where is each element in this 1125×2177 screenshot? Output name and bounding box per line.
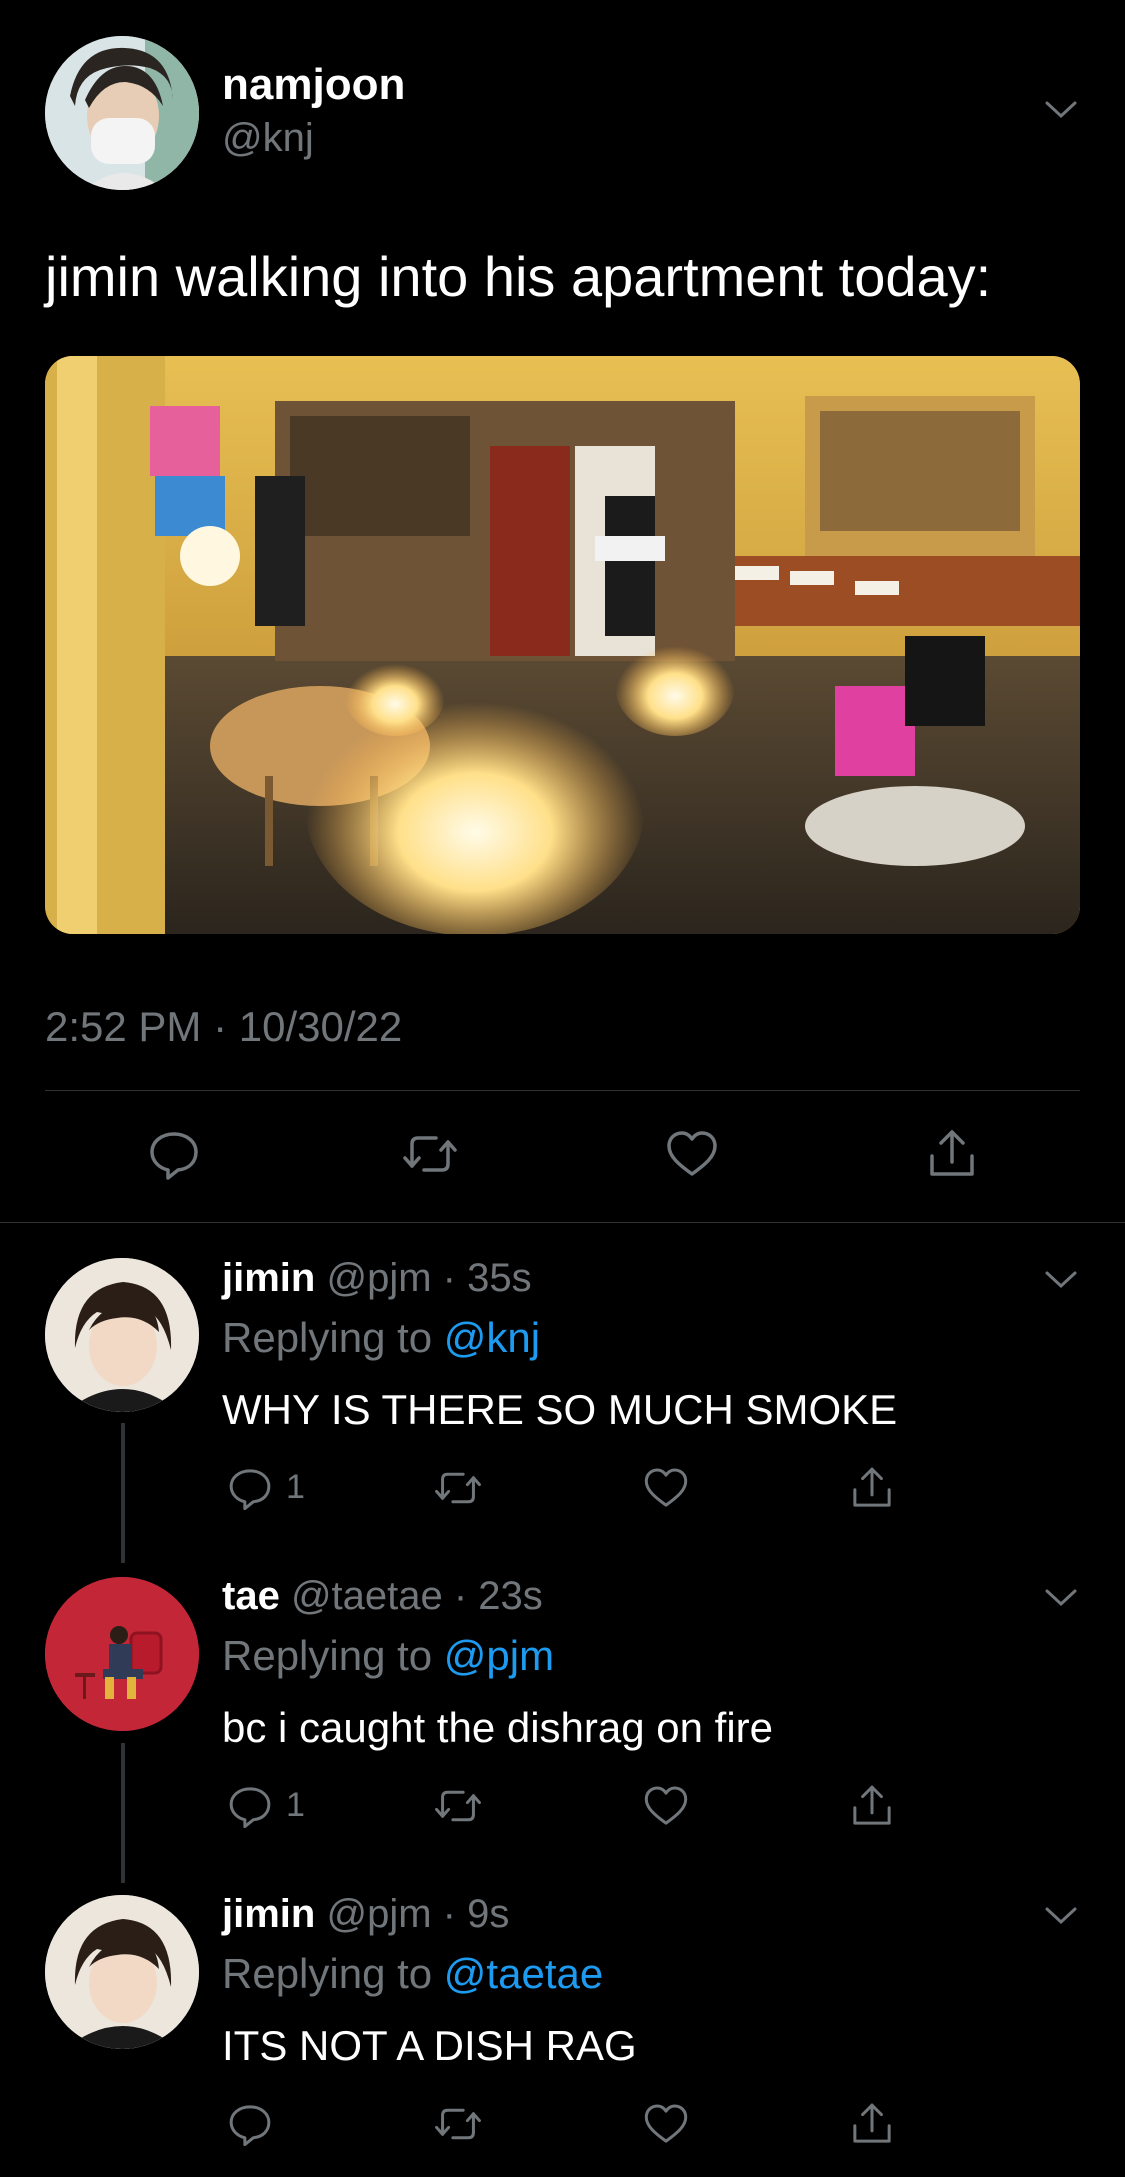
reply-icon xyxy=(229,1787,271,1829)
author-meta[interactable]: @taetae · 23s xyxy=(291,1574,543,1618)
retweet-icon xyxy=(403,1136,457,1172)
reply-count: 1 xyxy=(286,1468,305,1506)
like-button[interactable] xyxy=(642,1782,690,1830)
tweet-media[interactable] xyxy=(45,356,1080,934)
reply-header: jimin @pjm · 9s xyxy=(222,1892,509,1937)
share-icon xyxy=(853,1785,891,1825)
share-button[interactable] xyxy=(848,2100,896,2148)
retweet-icon xyxy=(435,1790,481,1822)
share-icon xyxy=(853,2103,891,2143)
more-options-button[interactable] xyxy=(1044,1270,1078,1295)
thread-line xyxy=(121,1743,125,1883)
reply-text: ITS NOT A DISH RAG xyxy=(222,2022,637,2069)
heart-icon xyxy=(644,2104,688,2143)
reply-icon xyxy=(150,1132,198,1180)
heart-icon xyxy=(667,1131,717,1176)
like-button[interactable] xyxy=(642,2100,690,2148)
tweet-timestamp[interactable]: 2:52 PM · 10/30/22 xyxy=(45,1003,402,1051)
share-button[interactable] xyxy=(848,1782,896,1830)
replying-to-link[interactable]: @pjm xyxy=(444,1632,554,1679)
avatar-image xyxy=(45,36,199,190)
like-button[interactable] xyxy=(664,1126,720,1182)
reply-button[interactable] xyxy=(226,1464,274,1512)
retweet-button[interactable] xyxy=(434,1464,482,1512)
replying-label: Replying to xyxy=(222,1950,433,1997)
avatar[interactable] xyxy=(45,1577,199,1731)
avatar-image xyxy=(45,1577,199,1731)
author-name[interactable]: tae xyxy=(222,1574,280,1618)
replying-to-link[interactable]: @taetae xyxy=(444,1950,603,1997)
author-name[interactable]: namjoon xyxy=(222,60,405,110)
like-button[interactable] xyxy=(642,1464,690,1512)
replying-to: Replying to @knj xyxy=(222,1314,540,1362)
share-button[interactable] xyxy=(848,1464,896,1512)
reply-text: bc i caught the dishrag on fire xyxy=(222,1704,774,1751)
avatar[interactable] xyxy=(45,1895,199,2049)
reply-header: tae @taetae · 23s xyxy=(222,1574,543,1619)
retweet-icon xyxy=(435,2108,481,2140)
replying-label: Replying to xyxy=(222,1314,433,1361)
author-meta[interactable]: @pjm · 35s xyxy=(326,1256,531,1300)
chevron-down-icon xyxy=(1045,1271,1077,1289)
avatar[interactable] xyxy=(45,1258,199,1412)
thread-line xyxy=(121,1423,125,1563)
retweet-button[interactable] xyxy=(402,1126,458,1182)
replying-to: Replying to @taetae xyxy=(222,1950,603,1998)
retweet-button[interactable] xyxy=(434,1782,482,1830)
chevron-down-icon xyxy=(1045,1907,1077,1925)
more-options-button[interactable] xyxy=(1044,1588,1078,1613)
section-divider xyxy=(0,1222,1125,1223)
divider xyxy=(45,1090,1080,1091)
reply-header: jimin @pjm · 35s xyxy=(222,1256,532,1301)
more-options-button[interactable] xyxy=(1044,1906,1078,1931)
heart-icon xyxy=(644,1786,688,1825)
replying-to: Replying to @pjm xyxy=(222,1632,554,1680)
more-options-button[interactable] xyxy=(1044,100,1078,125)
author-handle[interactable]: @knj xyxy=(222,116,314,161)
tweet-text: jimin walking into his apartment today: xyxy=(45,245,992,308)
share-button[interactable] xyxy=(924,1126,980,1182)
author-meta[interactable]: @pjm · 9s xyxy=(326,1892,509,1936)
share-icon xyxy=(853,1467,891,1507)
replying-label: Replying to xyxy=(222,1632,433,1679)
reply-icon xyxy=(229,2105,271,2147)
reply-button[interactable] xyxy=(226,1782,274,1830)
author-name[interactable]: jimin xyxy=(222,1892,315,1936)
replying-to-link[interactable]: @knj xyxy=(444,1314,540,1361)
avatar[interactable] xyxy=(45,36,199,190)
share-icon xyxy=(930,1130,974,1176)
media-image xyxy=(45,356,1080,934)
avatar-image xyxy=(45,1895,199,2049)
reply-count: 1 xyxy=(286,1786,305,1824)
reply-button[interactable] xyxy=(226,2100,274,2148)
retweet-icon xyxy=(435,1472,481,1504)
chevron-down-icon xyxy=(1045,101,1077,119)
reply-icon xyxy=(229,1469,271,1511)
reply-text: WHY IS THERE SO MUCH SMOKE xyxy=(222,1386,898,1433)
reply-button[interactable] xyxy=(146,1126,202,1182)
retweet-button[interactable] xyxy=(434,2100,482,2148)
chevron-down-icon xyxy=(1045,1589,1077,1607)
heart-icon xyxy=(644,1468,688,1507)
avatar-image xyxy=(45,1258,199,1412)
author-name[interactable]: jimin xyxy=(222,1256,315,1300)
